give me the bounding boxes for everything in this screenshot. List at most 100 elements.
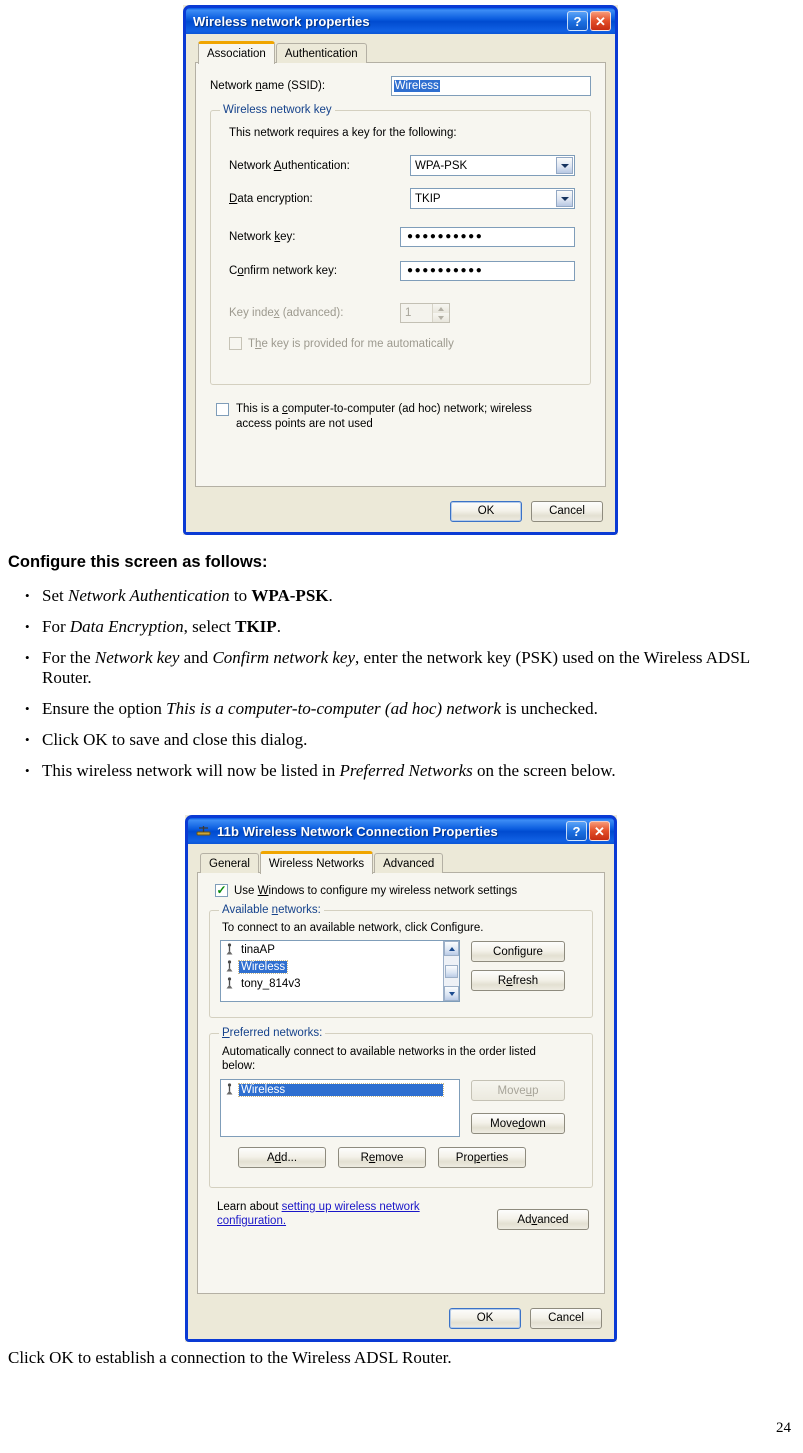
page-heading: Configure this screen as follows:: [8, 553, 268, 571]
close-icon[interactable]: ✕: [590, 11, 611, 31]
data-encryption-select[interactable]: TKIP: [410, 188, 575, 209]
refresh-button[interactable]: Re fresh: [471, 970, 565, 991]
list-item: • This wireless network will now be liste…: [8, 761, 798, 781]
list-item-text: For the Network key and Confirm network …: [42, 648, 750, 687]
confirm-network-key-value: ●●●●●●●●●●: [407, 265, 484, 276]
ssid-input[interactable]: Wireless: [390, 76, 591, 96]
list-item-label: Wireless: [237, 959, 289, 974]
wireless-network-properties-dialog: Wireless network properties ? ✕ Associat…: [183, 5, 618, 535]
auto-key-checkbox[interactable]: [229, 337, 242, 350]
key-index-label: Key index (advanced):: [229, 307, 344, 319]
use-windows-checkbox[interactable]: ✓: [215, 884, 228, 897]
confirm-network-key-label: Confirm network key:: [229, 265, 338, 277]
list-item-label: tinaAP: [241, 943, 275, 956]
available-networks-scrollbar[interactable]: [443, 941, 459, 1001]
adhoc-label: This is a computer-to-computer (ad hoc) …: [236, 403, 532, 430]
bullet-icon: •: [25, 588, 30, 603]
key-index-stepper[interactable]: 1: [400, 303, 450, 323]
dialog2-titlebar[interactable]: 11b Wireless Network Connection Properti…: [185, 815, 617, 844]
data-encryption-value: TKIP: [415, 192, 441, 205]
network-key-input[interactable]: ●●●●●●●●●●: [400, 227, 575, 247]
list-item[interactable]: tinaAP: [221, 941, 459, 958]
ok-button[interactable]: OK: [450, 500, 522, 522]
confirm-network-key-row: Confirm network key: ●●●●●●●●●●: [229, 261, 578, 281]
cancel-button[interactable]: Cancel: [530, 1307, 602, 1329]
bullet-icon: •: [25, 763, 30, 778]
preferred-networks-actions: Ad d... Re move Pro p erties: [238, 1147, 582, 1168]
add-button[interactable]: Ad d...: [238, 1147, 326, 1168]
ok-button[interactable]: OK: [449, 1307, 521, 1329]
instruction-list: • Set Network Authentication to WPA-PSK. •…: [8, 586, 798, 792]
remove-button[interactable]: Re move: [338, 1147, 426, 1168]
properties-button[interactable]: Pro p erties: [438, 1147, 526, 1168]
tab-association[interactable]: Association: [198, 41, 275, 64]
scrollbar-thumb[interactable]: [445, 964, 458, 978]
scroll-down-icon[interactable]: [444, 986, 459, 1001]
bullet-icon: •: [25, 732, 30, 747]
list-item-label: Wireless: [238, 1082, 444, 1097]
tab-authentication[interactable]: Authentication: [275, 43, 367, 63]
confirm-network-key-input[interactable]: ●●●●●●●●●●: [400, 261, 575, 281]
network-key-row: Network key: ●●●●●●●●●●: [229, 227, 578, 247]
wireless-networks-tab-panel: ✓ Use Windows to configure my wireless n…: [197, 872, 605, 1294]
learn-about-text: Learn about setting up wireless network …: [217, 1201, 420, 1227]
preferred-networks-group-title: Preferred networks:: [219, 1027, 326, 1039]
data-encryption-label: Data encryption:: [229, 192, 313, 205]
network-authentication-value: WPA-PSK: [415, 159, 468, 172]
adhoc-checkbox[interactable]: [216, 403, 229, 416]
list-item[interactable]: Wireless: [221, 958, 459, 975]
tab-wireless-networks[interactable]: Wireless Networks: [259, 851, 374, 874]
network-authentication-select[interactable]: WPA-PSK: [410, 155, 575, 176]
list-item: • Ensure the option This is a computer-to…: [8, 699, 798, 719]
list-item[interactable]: tony_814v3: [221, 975, 459, 992]
list-item: • For Data Encryption, select TKIP.: [8, 617, 798, 637]
tab-advanced[interactable]: Advanced: [374, 853, 444, 873]
ssid-label: Network name (SSID):: [210, 80, 326, 92]
ssid-row: Network name (SSID): Wireless: [210, 76, 591, 96]
dialog1-body: Association Authentication Network name …: [186, 34, 615, 532]
list-item[interactable]: Wireless: [221, 1080, 459, 1098]
stepper-up-icon[interactable]: [433, 304, 449, 313]
configure-button[interactable]: Confi g ure: [471, 941, 565, 962]
preferred-networks-group: Preferred networks: Automatically connec…: [209, 1027, 593, 1188]
move-down-button[interactable]: Move d own: [471, 1113, 565, 1134]
available-networks-list[interactable]: tinaAP Wireless tony_814v3: [220, 940, 460, 1002]
dialog2-body: General Wireless Networks Advanced ✓ Use…: [188, 844, 614, 1339]
dialog1-title: Wireless network properties: [193, 13, 370, 29]
list-item-text: Set Network Authentication to WPA-PSK.: [42, 586, 333, 605]
data-encryption-row: Data encryption: TKIP: [229, 188, 578, 209]
dialog1-button-bar: OK Cancel: [186, 492, 615, 530]
tab-general[interactable]: General: [200, 853, 259, 873]
learn-about-link-cont[interactable]: configuration.: [217, 1215, 286, 1227]
dialog2-tabstrip: General Wireless Networks Advanced: [197, 851, 605, 874]
signal-icon: [224, 1083, 235, 1096]
footer-instruction: Click OK to establish a connection to th…: [8, 1348, 452, 1367]
list-item: • Click OK to save and close this dialog.: [8, 730, 798, 750]
move-up-button[interactable]: Move up: [471, 1080, 565, 1101]
learn-about-link[interactable]: setting up wireless network: [282, 1201, 420, 1213]
use-windows-row: ✓ Use Windows to configure my wireless n…: [215, 884, 593, 897]
dialog1-window-buttons: ? ✕: [567, 11, 612, 31]
close-icon[interactable]: ✕: [589, 821, 610, 841]
bullet-icon: •: [25, 619, 30, 634]
help-icon[interactable]: ?: [567, 11, 588, 31]
chevron-down-icon[interactable]: [556, 190, 573, 207]
adhoc-row: This is a computer-to-computer (ad hoc) …: [216, 402, 591, 432]
help-icon[interactable]: ?: [566, 821, 587, 841]
chevron-down-icon[interactable]: [556, 157, 573, 174]
advanced-button[interactable]: Ad v anced: [497, 1209, 589, 1230]
network-authentication-row: Network Authentication: WPA-PSK: [229, 155, 578, 176]
dialog1-titlebar[interactable]: Wireless network properties ? ✕: [183, 5, 618, 34]
page-number: 24: [776, 1420, 791, 1436]
key-index-row: Key index (advanced): 1: [229, 303, 578, 323]
list-item: • For the Network key and Confirm network…: [8, 648, 798, 688]
wireless-network-key-group-title: Wireless network key: [220, 104, 335, 116]
preferred-networks-list[interactable]: Wireless: [220, 1079, 460, 1137]
key-index-stepper-buttons[interactable]: [432, 304, 449, 322]
learn-about-row: Learn about setting up wireless network …: [217, 1200, 589, 1230]
stepper-down-icon[interactable]: [433, 313, 449, 322]
network-key-label: Network key:: [229, 231, 296, 243]
dialog2-window-buttons: ? ✕: [566, 821, 611, 841]
cancel-button[interactable]: Cancel: [531, 500, 603, 522]
scroll-up-icon[interactable]: [444, 941, 459, 956]
